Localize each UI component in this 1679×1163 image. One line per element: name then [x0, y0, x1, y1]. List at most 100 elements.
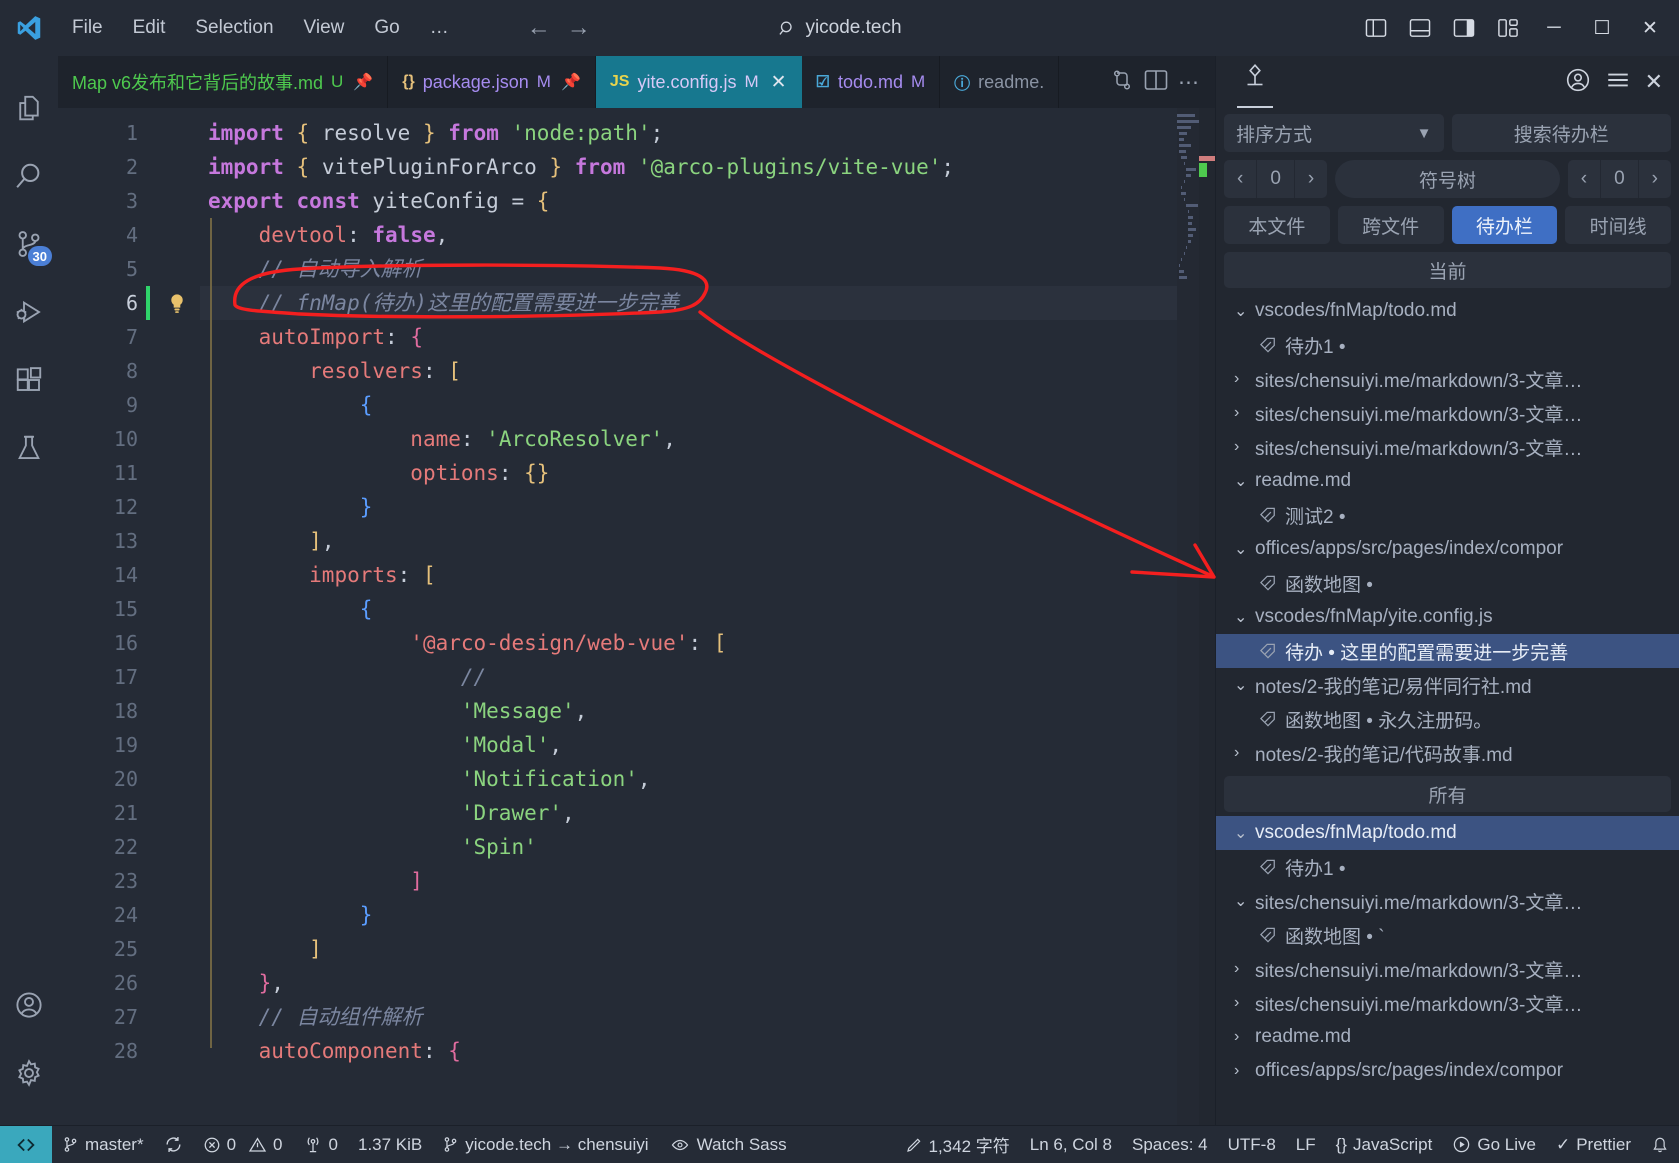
code-line[interactable]: import { vitePluginForArco } from '@arco…	[200, 150, 1177, 184]
filter-this-file[interactable]: 本文件	[1224, 206, 1330, 244]
menu-selection[interactable]: Selection	[181, 11, 287, 45]
menu-view[interactable]: View	[290, 11, 359, 45]
group-header-all[interactable]: 所有	[1224, 776, 1671, 812]
prev-button-2[interactable]: ‹	[1568, 160, 1600, 198]
chevron-right-icon[interactable]: ›	[1234, 404, 1248, 422]
status-prettier[interactable]: ✓ Prettier	[1546, 1126, 1641, 1163]
symbol-tree-button[interactable]: 符号树	[1335, 160, 1560, 198]
code-content[interactable]: import { resolve } from 'node:path'; impo…	[200, 108, 1177, 1125]
filter-todo-bar[interactable]: 待办栏	[1451, 206, 1558, 244]
code-line[interactable]: ]	[200, 864, 1177, 898]
menu-file[interactable]: File	[58, 11, 117, 45]
next-button-1[interactable]: ›	[1293, 160, 1327, 198]
fnmap-pin-icon[interactable]	[1232, 56, 1278, 108]
code-line[interactable]: 'Message',	[200, 694, 1177, 728]
command-center[interactable]: yicode.tech	[637, 10, 1041, 46]
filter-cross-file[interactable]: 跨文件	[1337, 206, 1444, 244]
code-line[interactable]: // 自动导入解析	[200, 252, 1177, 286]
todo-item[interactable]: 待办1 •	[1216, 850, 1679, 884]
status-remote-repo[interactable]: yicode.tech → chensuiyi	[432, 1126, 658, 1163]
close-button[interactable]: ✕	[1627, 7, 1673, 49]
close-icon[interactable]: ✕	[1645, 69, 1663, 95]
code-line[interactable]: ]	[200, 932, 1177, 966]
status-ports[interactable]: 0	[293, 1126, 348, 1163]
status-file-size[interactable]: 1.37 KiB	[348, 1126, 432, 1163]
menu-edit[interactable]: Edit	[119, 11, 180, 45]
lightbulb-icon[interactable]	[154, 286, 200, 320]
todo-file-row[interactable]: ⌄ sites/chensuiyi.me/markdown/3-文章…	[1216, 884, 1679, 918]
group-header-current[interactable]: 当前	[1224, 252, 1671, 288]
status-notifications[interactable]	[1641, 1126, 1679, 1163]
toggle-primary-sidebar-icon[interactable]	[1355, 7, 1397, 49]
arrow-forward-icon[interactable]: →	[567, 16, 591, 40]
todo-item[interactable]: 测试2 •	[1216, 498, 1679, 532]
status-go-live[interactable]: Go Live	[1442, 1126, 1546, 1163]
pin-icon[interactable]: 📌	[353, 72, 373, 92]
chevron-down-icon[interactable]: ⌄	[1234, 891, 1248, 911]
todo-file-row[interactable]: ⌄ vscodes/fnMap/todo.md	[1216, 816, 1679, 850]
code-line[interactable]: options: {}	[200, 456, 1177, 490]
todo-file-row[interactable]: ⌄ vscodes/fnMap/todo.md	[1216, 294, 1679, 328]
maximize-button[interactable]: ☐	[1579, 7, 1625, 49]
code-line[interactable]: devtool: false,	[200, 218, 1177, 252]
code-editor[interactable]: 1 2 3 4 5 6 7 8 9 10 11 12 13 14 15 16 17 18 19 20 21 22 23 24 2…	[58, 108, 1215, 1125]
chevron-right-icon[interactable]: ›	[1234, 370, 1248, 388]
chevron-down-icon[interactable]: ⌄	[1234, 301, 1248, 321]
sort-method-dropdown[interactable]: 排序方式 ▼	[1224, 114, 1444, 152]
navigation-arrows[interactable]: ← →	[527, 16, 591, 40]
chevron-down-icon[interactable]: ⌄	[1234, 471, 1248, 491]
todo-file-row[interactable]: › offices/apps/src/pages/index/compor	[1216, 1054, 1679, 1088]
arrow-left-icon[interactable]: ←	[527, 16, 551, 40]
code-line[interactable]: autoImport: {	[200, 320, 1177, 354]
nav-stepper-right[interactable]: ‹ 0 ›	[1567, 160, 1671, 198]
status-indentation[interactable]: Spaces: 4	[1122, 1126, 1218, 1163]
next-button-2[interactable]: ›	[1637, 160, 1671, 198]
code-line[interactable]: ],	[200, 524, 1177, 558]
nav-stepper-left[interactable]: ‹ 0 ›	[1224, 160, 1328, 198]
code-line[interactable]: imports: [	[200, 558, 1177, 592]
code-line[interactable]: {	[200, 592, 1177, 626]
activity-item-explorer[interactable]	[0, 74, 58, 142]
status-watch-sass[interactable]: Watch Sass	[659, 1126, 797, 1163]
activity-item-extensions[interactable]	[0, 346, 58, 414]
code-line[interactable]: export const yiteConfig = {	[200, 184, 1177, 218]
chevron-right-icon[interactable]: ›	[1234, 1062, 1248, 1080]
account-icon[interactable]	[1565, 67, 1591, 98]
compare-changes-icon[interactable]	[1110, 68, 1134, 97]
chevron-right-icon[interactable]: ›	[1234, 744, 1248, 762]
status-language-mode[interactable]: {} JavaScript	[1326, 1126, 1443, 1163]
tab-package-json[interactable]: {} package.json M 📌	[388, 56, 596, 108]
chevron-right-icon[interactable]: ›	[1234, 994, 1248, 1012]
tab-map-v6-md[interactable]: Map v6发布和它背后的故事.md U 📌	[58, 56, 389, 108]
status-eol[interactable]: LF	[1286, 1126, 1326, 1163]
tab-yite-config-js[interactable]: JS yite.config.js M ✕	[595, 56, 802, 108]
search-todo-input[interactable]: 搜索待办栏	[1451, 114, 1671, 152]
code-line[interactable]: '@arco-design/web-vue': [	[200, 626, 1177, 660]
todo-file-row[interactable]: ⌄ notes/2-我的笔记/易伴同行社.md	[1216, 668, 1679, 702]
split-editor-icon[interactable]	[1144, 69, 1168, 96]
status-sync[interactable]	[154, 1126, 193, 1163]
code-line[interactable]: name: 'ArcoResolver',	[200, 422, 1177, 456]
status-branch[interactable]: master*	[52, 1126, 154, 1163]
activity-item-run-debug[interactable]	[0, 278, 58, 346]
chevron-down-icon[interactable]: ⌄	[1234, 823, 1248, 843]
activity-item-testing[interactable]	[0, 414, 58, 482]
tab-close-icon[interactable]: ✕	[771, 71, 787, 94]
activity-item-accounts[interactable]	[0, 971, 58, 1039]
todo-item[interactable]: 函数地图 • 永久注册码。	[1216, 702, 1679, 736]
status-cursor-position[interactable]: Ln 6, Col 8	[1020, 1126, 1122, 1163]
todo-item[interactable]: 待办1 •	[1216, 328, 1679, 362]
code-line[interactable]: 'Modal',	[200, 728, 1177, 762]
status-problems[interactable]: 0 0	[193, 1126, 293, 1163]
chevron-down-icon[interactable]: ⌄	[1234, 675, 1248, 695]
todo-file-row[interactable]: ⌄ offices/apps/src/pages/index/compor	[1216, 532, 1679, 566]
chevron-right-icon[interactable]: ›	[1234, 1028, 1248, 1046]
tab-readme[interactable]: ⓘ readme.	[940, 56, 1060, 108]
status-char-count[interactable]: 1,342 字符	[895, 1126, 1020, 1163]
menu-more[interactable]: …	[416, 11, 465, 45]
todo-file-row[interactable]: ⌄ readme.md	[1216, 464, 1679, 498]
code-line[interactable]: // 自动组件解析	[200, 1000, 1177, 1034]
todo-item[interactable]: 待办 • 这里的配置需要进一步完善	[1216, 634, 1679, 668]
activity-item-search[interactable]	[0, 142, 58, 210]
todo-file-row[interactable]: › sites/chensuiyi.me/markdown/3-文章…	[1216, 430, 1679, 464]
